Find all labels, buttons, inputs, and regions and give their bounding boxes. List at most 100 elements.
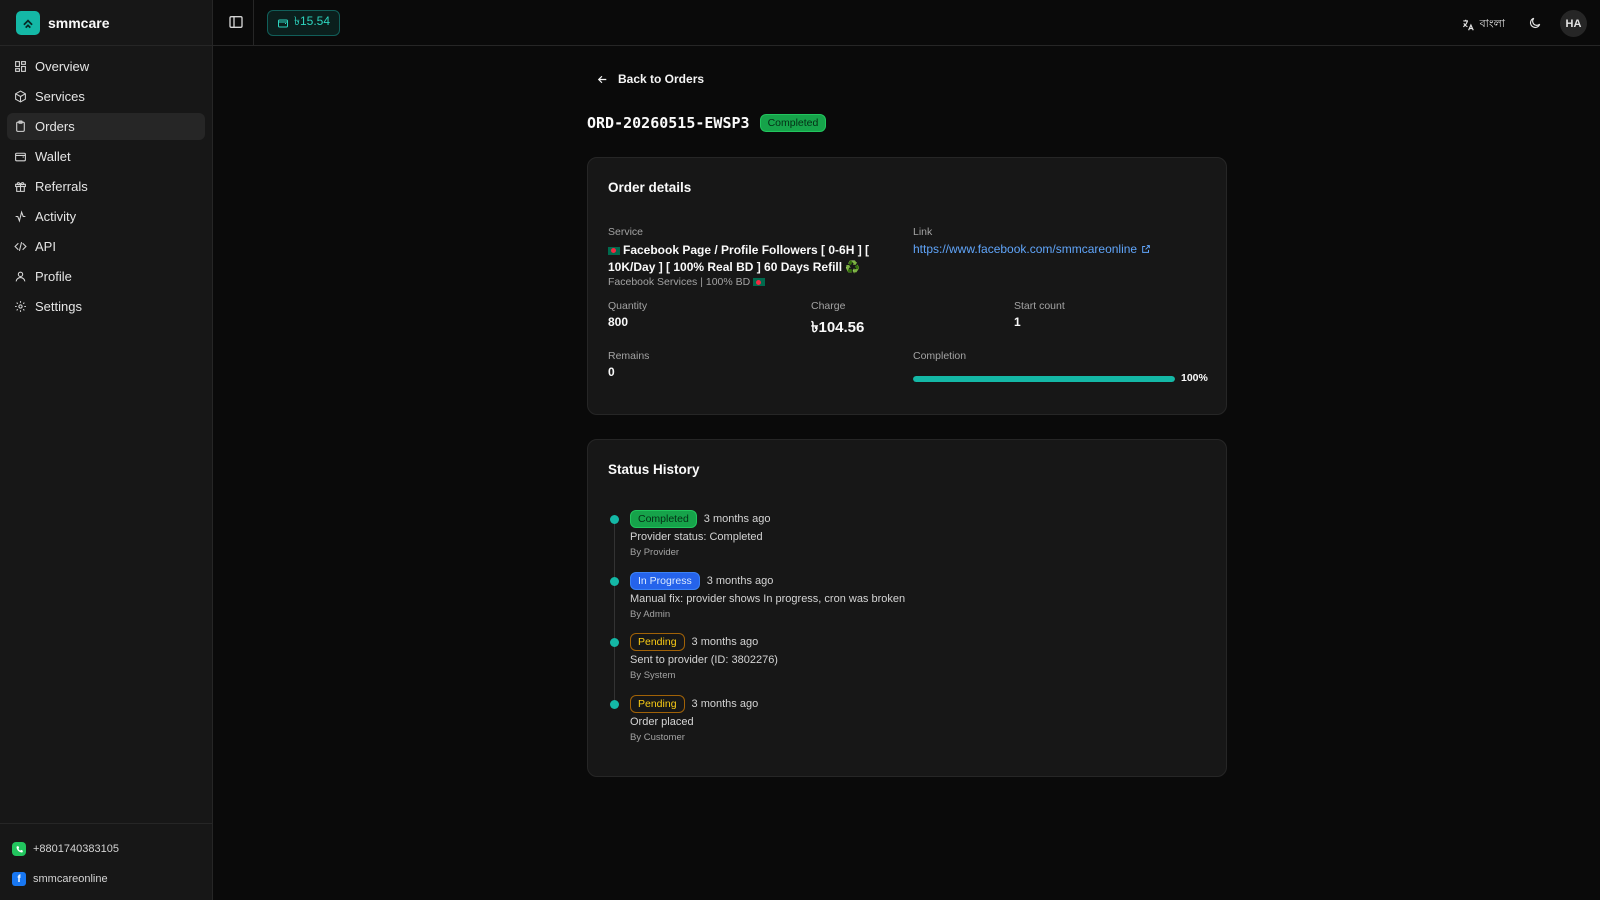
remains-value: 0 bbox=[608, 365, 615, 379]
timeline-dot bbox=[610, 700, 619, 709]
topbar: ৳15.54 বাংলা HA bbox=[213, 0, 1600, 46]
completion-progress-bar bbox=[913, 376, 1175, 382]
sidebar-item-label: Services bbox=[35, 89, 85, 104]
facebook-handle: smmcareonline bbox=[33, 873, 108, 885]
service-category-text: Facebook Services | 100% BD bbox=[608, 276, 751, 288]
wallet-balance-button[interactable]: ৳15.54 bbox=[267, 10, 341, 36]
user-icon bbox=[15, 271, 26, 282]
service-name: Facebook Page / Profile Followers [ 0-6H… bbox=[608, 242, 878, 275]
service-category: Facebook Services | 100% BD bbox=[608, 276, 768, 288]
facebook-icon: f bbox=[12, 872, 26, 886]
quantity-value: 800 bbox=[608, 315, 629, 329]
charge-label: Charge bbox=[811, 300, 846, 312]
balance-amount: ৳15.54 bbox=[294, 14, 331, 28]
start-count-label: Start count bbox=[1014, 300, 1065, 312]
sidebar-item-activity[interactable]: Activity bbox=[7, 203, 205, 230]
timeline-time: 3 months ago bbox=[691, 698, 759, 710]
service-label: Service bbox=[608, 226, 644, 238]
sidebar-item-label: Settings bbox=[35, 299, 82, 314]
timeline-author: By System bbox=[630, 670, 676, 681]
timeline-dot bbox=[610, 577, 619, 586]
start-count-value: 1 bbox=[1014, 315, 1021, 329]
grid-icon bbox=[15, 61, 26, 72]
whatsapp-contact[interactable]: +8801740383105 bbox=[12, 834, 200, 864]
card-title: Status History bbox=[608, 462, 700, 477]
status-badge: In Progress bbox=[630, 572, 700, 590]
timeline-time: 3 months ago bbox=[691, 636, 759, 648]
sidebar-item-label: API bbox=[35, 239, 56, 254]
sidebar-item-services[interactable]: Services bbox=[7, 83, 205, 110]
sidebar-item-label: Referrals bbox=[35, 179, 88, 194]
avatar[interactable]: HA bbox=[1560, 10, 1587, 37]
completion-percent: 100% bbox=[1181, 372, 1208, 384]
sidebar-nav: Overview Services Orders Wallet Referral… bbox=[0, 46, 212, 330]
whatsapp-number: +8801740383105 bbox=[33, 843, 119, 855]
wallet-icon bbox=[278, 19, 288, 28]
clipboard-icon bbox=[16, 120, 25, 132]
quantity-label: Quantity bbox=[608, 300, 648, 312]
order-link-text: https://www.facebook.com/smmcareonline bbox=[913, 242, 1138, 256]
settings-icon bbox=[15, 301, 26, 312]
code-icon bbox=[14, 242, 27, 251]
timeline-time: 3 months ago bbox=[703, 513, 771, 525]
sidebar-item-referrals[interactable]: Referrals bbox=[7, 173, 205, 200]
external-link-icon bbox=[1142, 245, 1150, 253]
link-label: Link bbox=[913, 226, 933, 238]
completion-progress-fill bbox=[913, 376, 1175, 382]
moon-icon[interactable] bbox=[1528, 16, 1542, 30]
status-badge: Completed bbox=[630, 510, 697, 528]
sidebar-item-wallet[interactable]: Wallet bbox=[7, 143, 205, 170]
activity-icon bbox=[15, 210, 26, 223]
brand[interactable]: smmcare bbox=[0, 0, 212, 46]
brand-logo-icon bbox=[16, 10, 40, 35]
brand-name: smmcare bbox=[48, 14, 110, 31]
sidebar-item-label: Wallet bbox=[35, 149, 71, 164]
timeline-author: By Admin bbox=[630, 609, 671, 620]
arrow-left-icon bbox=[597, 75, 607, 83]
card-title: Order details bbox=[608, 180, 692, 195]
sidebar-item-label: Activity bbox=[35, 209, 77, 224]
sidebar-item-api[interactable]: API bbox=[7, 233, 205, 260]
order-header: ORD-20260515-EWSP3 Completed bbox=[587, 114, 827, 132]
sidebar-item-overview[interactable]: Overview bbox=[7, 53, 205, 80]
sidebar-toggle-icon[interactable] bbox=[228, 14, 244, 30]
package-icon bbox=[15, 90, 26, 103]
bangladesh-flag-icon bbox=[608, 246, 620, 255]
sidebar-item-settings[interactable]: Settings bbox=[7, 293, 205, 320]
back-to-orders-link[interactable]: Back to Orders bbox=[596, 72, 704, 86]
sidebar-item-profile[interactable]: Profile bbox=[7, 263, 205, 290]
wallet-icon bbox=[15, 152, 26, 162]
bangladesh-flag-icon bbox=[753, 278, 766, 287]
sidebar-item-label: Orders bbox=[35, 119, 75, 134]
timeline-author: By Provider bbox=[630, 547, 680, 558]
whatsapp-icon bbox=[12, 842, 26, 856]
sidebar: smmcare Overview Services Orders Wallet … bbox=[0, 0, 213, 900]
sidebar-item-label: Overview bbox=[35, 59, 90, 74]
timeline-dot bbox=[610, 638, 619, 647]
translate-icon bbox=[1462, 19, 1474, 30]
remains-label: Remains bbox=[608, 350, 650, 362]
divider bbox=[253, 0, 254, 46]
language-switcher[interactable]: বাংলা bbox=[1461, 15, 1505, 34]
completion-label: Completion bbox=[913, 350, 967, 362]
service-name-text: Facebook Page / Profile Followers [ 0-6H… bbox=[608, 243, 870, 274]
sidebar-footer: +8801740383105 f smmcareonline bbox=[0, 823, 212, 900]
timeline-dot bbox=[610, 515, 619, 524]
charge-value: ৳104.56 bbox=[811, 319, 865, 336]
sidebar-item-orders[interactable]: Orders bbox=[7, 113, 205, 140]
page-title: ORD-20260515-EWSP3 bbox=[587, 114, 750, 132]
back-label: Back to Orders bbox=[618, 72, 705, 86]
timeline-message: Sent to provider (ID: 3802276) bbox=[630, 654, 778, 666]
timeline-author: By Customer bbox=[630, 732, 685, 743]
sidebar-item-label: Profile bbox=[35, 269, 72, 284]
order-details-card: Order details Service Facebook Page / Pr… bbox=[587, 157, 1227, 415]
timeline-message: Order placed bbox=[630, 716, 694, 728]
order-link[interactable]: https://www.facebook.com/smmcareonline bbox=[913, 242, 1151, 256]
timeline-line bbox=[614, 518, 615, 708]
status-history-card: Status History Completed 3 months ago Pr… bbox=[587, 439, 1227, 777]
language-label: বাংলা bbox=[1479, 18, 1505, 30]
status-badge: Pending bbox=[630, 695, 685, 713]
facebook-contact[interactable]: f smmcareonline bbox=[12, 864, 200, 894]
timeline-message: Provider status: Completed bbox=[630, 531, 763, 543]
status-badge: Completed bbox=[759, 114, 827, 132]
